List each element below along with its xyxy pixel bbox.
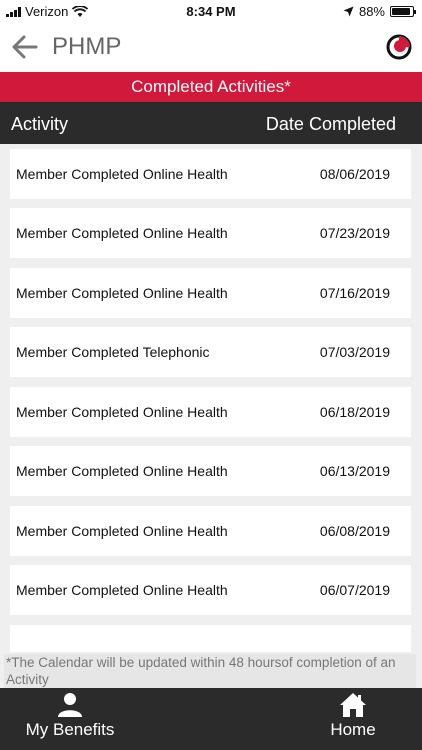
- tab-home[interactable]: Home: [318, 688, 388, 750]
- nav-bar: PHMP: [0, 22, 422, 72]
- table-header: Activity Date Completed: [0, 102, 422, 144]
- activity-date: 06/18/2019: [319, 404, 390, 420]
- column-header-date: Date Completed: [265, 114, 396, 134]
- battery-fill: [392, 8, 410, 15]
- activity-date: 06/07/2019: [319, 582, 390, 598]
- table-row[interactable]: Member Completed Online Health 08/06/201…: [10, 149, 411, 199]
- home-icon: [340, 693, 366, 717]
- table-row[interactable]: Member Completed Online Health 06/07/201…: [10, 565, 411, 615]
- battery-percent: 88%: [358, 4, 385, 19]
- calendar-footnote: *The Calendar will be updated within 48 …: [4, 654, 416, 688]
- activity-name: Member Completed Online Health: [16, 166, 228, 182]
- page-title: PHMP: [52, 33, 122, 60]
- activity-name: Member Completed Online Health: [16, 523, 228, 539]
- activity-name: Member Completed Online Health: [16, 582, 228, 598]
- table-row[interactable]: Member Completed Online Health 06/08/201…: [10, 506, 411, 556]
- activity-name: Member Completed Online Health: [16, 404, 228, 420]
- status-right: 88%: [343, 4, 416, 19]
- activity-date: 06/13/2019: [319, 463, 390, 479]
- table-row[interactable]: [10, 625, 411, 652]
- table-row[interactable]: Member Completed Online Health 07/16/201…: [10, 268, 411, 318]
- activity-date: 07/16/2019: [319, 285, 390, 301]
- table-row[interactable]: Member Completed Online Health 06/18/201…: [10, 387, 411, 437]
- activity-name: Member Completed Online Health: [16, 285, 228, 301]
- tab-my-benefits[interactable]: My Benefits: [18, 688, 122, 750]
- activity-name: Member Completed Telephonic: [16, 344, 210, 360]
- activity-date: 06/08/2019: [319, 523, 390, 539]
- column-header-activity: Activity: [11, 114, 69, 134]
- table-row[interactable]: Member Completed Online Health 06/13/201…: [10, 446, 411, 496]
- battery-icon: [390, 6, 416, 17]
- status-bar: Verizon 8:34 PM 88%: [0, 0, 422, 22]
- activity-date: 07/03/2019: [319, 344, 390, 360]
- activity-list[interactable]: Member Completed Online Health 08/06/201…: [0, 144, 422, 652]
- tab-bar: My Benefits Home: [0, 688, 422, 750]
- brand-logo-icon: [386, 34, 412, 60]
- location-arrow-icon: [343, 6, 354, 17]
- arrow-left-icon[interactable]: [10, 32, 40, 62]
- tab-my-benefits-label: My Benefits: [25, 720, 115, 739]
- section-banner: Completed Activities*: [0, 72, 422, 102]
- person-icon: [58, 693, 82, 717]
- tab-home-label: Home: [330, 720, 376, 739]
- activity-date: 08/06/2019: [319, 166, 390, 182]
- activity-date: 07/23/2019: [319, 225, 390, 241]
- table-row[interactable]: Member Completed Online Health 07/23/201…: [10, 208, 411, 258]
- activity-name: Member Completed Online Health: [16, 463, 228, 479]
- activity-name: Member Completed Online Health: [16, 225, 228, 241]
- table-row[interactable]: Member Completed Telephonic 07/03/2019: [10, 327, 411, 377]
